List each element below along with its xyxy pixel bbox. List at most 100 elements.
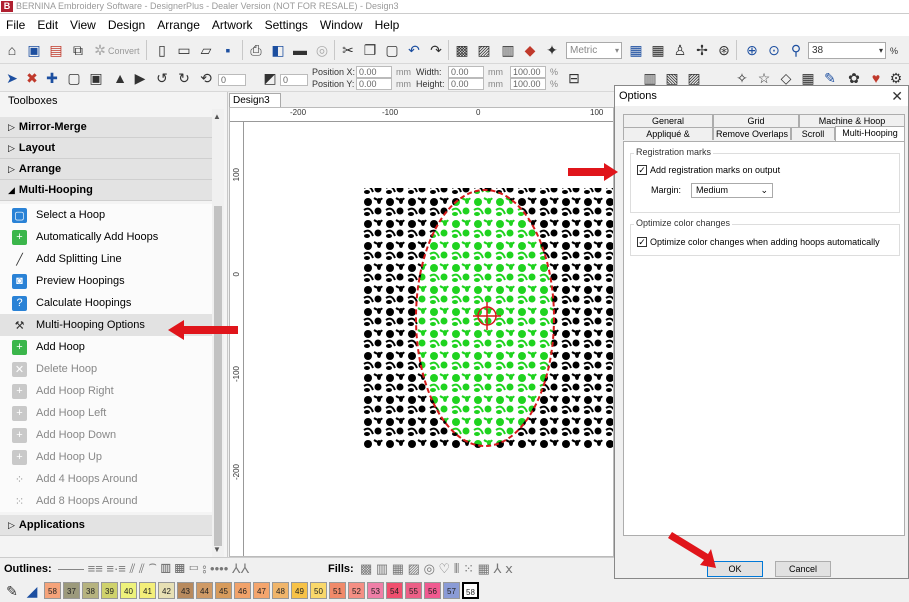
- print-icon[interactable]: ⎙: [246, 40, 266, 60]
- color-swatch[interactable]: 57: [443, 582, 460, 599]
- tab-general[interactable]: General: [623, 114, 713, 127]
- tab-scroll[interactable]: Scroll: [791, 127, 835, 140]
- color-swatch[interactable]: 44: [196, 582, 213, 599]
- tab-multi-hooping[interactable]: Multi-Hooping: [835, 126, 905, 141]
- frame-icon[interactable]: ▢: [64, 68, 84, 88]
- add-registration-marks-checkbox[interactable]: ✓ Add registration marks on output: [637, 165, 780, 175]
- outline-stitch-types-icon[interactable]: —— ≡≡ ≡·≡ ⫽ ⫽ ⁀ ▥ ▦ ▭ ⦂ •••• ⅄⅄: [58, 561, 249, 577]
- tool-preview-hoopings[interactable]: ◙ Preview Hoopings: [0, 270, 212, 292]
- rotate-left-icon[interactable]: ↺: [152, 68, 172, 88]
- print-preview-icon[interactable]: ◧: [268, 40, 288, 60]
- scroll-down-icon[interactable]: ▼: [213, 545, 221, 554]
- section-layout[interactable]: ▷ Layout: [0, 138, 212, 159]
- mirror-horizontal-icon[interactable]: ▲: [110, 68, 130, 88]
- height-input[interactable]: 0.00: [448, 78, 484, 90]
- tab-applique-punchwork[interactable]: Appliqué & PunchWork: [623, 127, 713, 152]
- badge-icon[interactable]: ⊛: [714, 40, 734, 60]
- design-canvas[interactable]: -200 -100 0 100 100 0 -100 -200: [229, 107, 614, 557]
- color-swatch[interactable]: 47: [253, 582, 270, 599]
- zoom-1-1-icon[interactable]: ⊕: [742, 40, 762, 60]
- mirror-vertical-icon[interactable]: ▶: [130, 68, 150, 88]
- zoom-dropdown[interactable]: 38 ▾: [808, 42, 886, 59]
- eyedropper-icon[interactable]: ✎: [2, 581, 22, 601]
- rotate-angle-icon[interactable]: ⟲: [196, 68, 216, 88]
- undo-icon[interactable]: ↶: [404, 40, 424, 60]
- color-swatch[interactable]: 54: [386, 582, 403, 599]
- color-swatch[interactable]: 42: [158, 582, 175, 599]
- menu-settings[interactable]: Settings: [259, 14, 314, 36]
- scrollbar-thumb[interactable]: [214, 206, 222, 546]
- scroll-up-icon[interactable]: ▲: [213, 112, 221, 121]
- menu-edit[interactable]: Edit: [31, 14, 64, 36]
- color-swatch[interactable]: 40: [120, 582, 137, 599]
- artwork-icon[interactable]: ▤: [46, 40, 66, 60]
- tool-add-4-hoops[interactable]: ⁘ Add 4 Hoops Around: [0, 468, 212, 490]
- color-swatch[interactable]: 43: [177, 582, 194, 599]
- home-icon[interactable]: ⌂: [2, 40, 22, 60]
- tool-delete-hoop[interactable]: ✕ Delete Hoop: [0, 358, 212, 380]
- menu-window[interactable]: Window: [314, 14, 369, 36]
- document-tab[interactable]: Design3 ✕: [229, 93, 281, 119]
- metric-dropdown[interactable]: Metric ▾: [566, 42, 622, 59]
- embroidery-design[interactable]: [230, 108, 614, 557]
- position-x-input[interactable]: 0.00: [356, 66, 392, 78]
- skew-angle-input[interactable]: 0: [280, 74, 308, 86]
- color-swatch[interactable]: 49: [291, 582, 308, 599]
- tab-remove-overlaps[interactable]: Remove Overlaps: [713, 127, 791, 140]
- tool-add-splitting-line[interactable]: ╱ Add Splitting Line: [0, 248, 212, 270]
- tool-add-hoop-right[interactable]: + Add Hoop Right: [0, 380, 212, 402]
- save-icon[interactable]: ▪: [218, 40, 238, 60]
- cut-icon[interactable]: ✂: [338, 40, 358, 60]
- close-icon[interactable]: ✕: [891, 86, 903, 106]
- ungroup-icon[interactable]: ▨: [474, 40, 494, 60]
- convert-label[interactable]: Convert: [108, 46, 140, 56]
- layers-icon[interactable]: ⧉: [68, 40, 88, 60]
- color-swatch[interactable]: 58: [462, 582, 479, 599]
- copy-icon[interactable]: ❐: [360, 40, 380, 60]
- section-arrange[interactable]: ▷ Arrange: [0, 159, 212, 180]
- scale-width-input[interactable]: 100.00: [510, 66, 546, 78]
- zoom-fit-icon[interactable]: ⊙: [764, 40, 784, 60]
- color-swatch[interactable]: 45: [215, 582, 232, 599]
- fill-stitch-types-icon[interactable]: ▩ ▥ ▦ ▨ ◎ ♡ ⦀ ⁙ ▦ ⅄ ⅹ: [360, 561, 513, 577]
- redo-icon[interactable]: ↷: [426, 40, 446, 60]
- color-swatch[interactable]: 48: [272, 582, 289, 599]
- color-swatch[interactable]: 52: [348, 582, 365, 599]
- color-swatch[interactable]: 38: [82, 582, 99, 599]
- tool-calculate-hoopings[interactable]: ? Calculate Hoopings: [0, 292, 212, 314]
- pick-color-icon[interactable]: ◢: [22, 581, 42, 601]
- tool-add-hoop-down[interactable]: + Add Hoop Down: [0, 424, 212, 446]
- color-swatch[interactable]: 53: [367, 582, 384, 599]
- optimize-color-checkbox[interactable]: ✓ Optimize color changes when adding hoo…: [637, 237, 880, 247]
- menu-arrange[interactable]: Arrange: [151, 14, 206, 36]
- scale-height-input[interactable]: 100.00: [510, 78, 546, 90]
- reshape-icon[interactable]: ✦: [542, 40, 562, 60]
- stitch-icon[interactable]: ✢: [692, 40, 712, 60]
- menu-file[interactable]: File: [0, 14, 31, 36]
- section-applications[interactable]: ▷ Applications: [0, 515, 212, 536]
- select-point-icon[interactable]: ✚: [42, 68, 62, 88]
- select-tool-icon[interactable]: ◆: [520, 40, 540, 60]
- color-swatch[interactable]: 39: [101, 582, 118, 599]
- tool-add-hoop-left[interactable]: + Add Hoop Left: [0, 402, 212, 424]
- tool-auto-add-hoops[interactable]: + Automatically Add Hoops: [0, 226, 212, 248]
- export-machine-icon[interactable]: ▬: [290, 40, 310, 60]
- show-hoop-icon[interactable]: ▦: [626, 40, 646, 60]
- open-folder-icon[interactable]: ▭: [174, 40, 194, 60]
- color-film-icon[interactable]: ▥: [498, 40, 518, 60]
- color-swatch[interactable]: 56: [424, 582, 441, 599]
- section-mirror-merge[interactable]: ▷ Mirror-Merge: [0, 117, 212, 138]
- polyline-frame-icon[interactable]: ▣: [86, 68, 106, 88]
- menu-design[interactable]: Design: [102, 14, 151, 36]
- tool-select-hoop[interactable]: ▢ Select a Hoop: [0, 204, 212, 226]
- tool-add-hoop-up[interactable]: + Add Hoop Up: [0, 446, 212, 468]
- rotate-angle-input[interactable]: 0: [218, 74, 246, 86]
- select-object-icon[interactable]: ✖: [22, 68, 42, 88]
- position-y-input[interactable]: 0.00: [356, 78, 392, 90]
- color-swatch[interactable]: 58: [44, 582, 61, 599]
- paste-icon[interactable]: ▢: [382, 40, 402, 60]
- section-multi-hooping[interactable]: ◢ Multi-Hooping: [0, 180, 212, 201]
- skew-icon[interactable]: ◩: [260, 68, 280, 88]
- design-icon[interactable]: ▣: [24, 40, 44, 60]
- group-icon[interactable]: ▩: [452, 40, 472, 60]
